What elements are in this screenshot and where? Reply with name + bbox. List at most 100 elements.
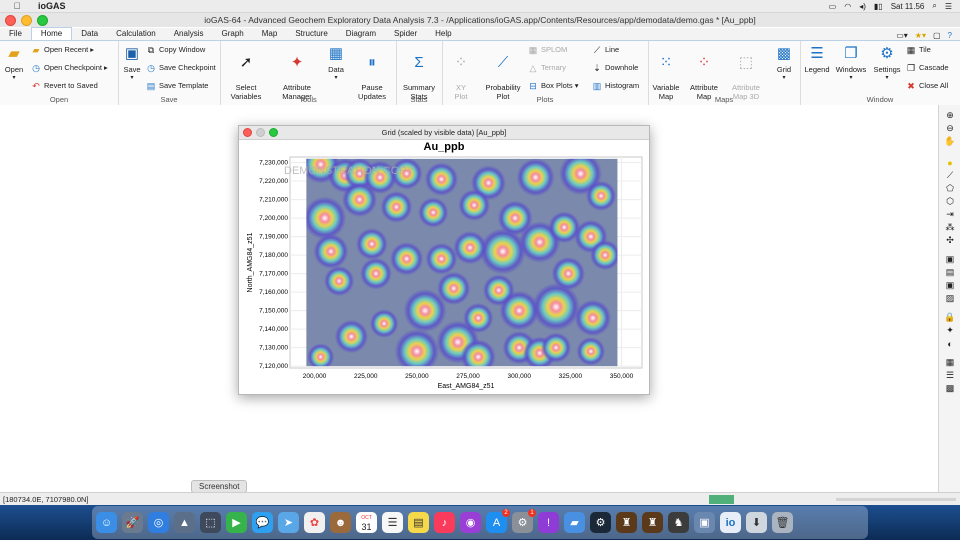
legend-button[interactable]: ☰ Legend	[802, 43, 832, 75]
tab-graph[interactable]: Graph	[213, 28, 253, 40]
windows-button[interactable]: ❐ Windows ▾	[834, 43, 868, 83]
tile-button[interactable]: ▦ Tile	[906, 44, 931, 56]
save-checkpoint-button[interactable]: ◷ Save Checkpoint	[146, 62, 216, 74]
screenshot-app-icon[interactable]: ⬚	[200, 512, 221, 533]
close-all-button[interactable]: ✖ Close All	[906, 80, 948, 92]
maps-icon[interactable]: ➤	[278, 512, 299, 533]
clock[interactable]: Sat 11.56	[891, 2, 925, 11]
tab-file[interactable]: File	[0, 28, 31, 40]
downloads-icon[interactable]: ⬇	[746, 512, 767, 533]
app-menu[interactable]: ioGAS	[38, 1, 66, 11]
summary-stats-button[interactable]: Σ Summary Stats	[400, 43, 438, 102]
snapshot-icon[interactable]: ▨	[943, 293, 957, 304]
data-table-icon[interactable]: ▦	[943, 357, 957, 368]
restore-icon[interactable]: ▢	[933, 31, 941, 40]
highlight-icon[interactable]: ✦	[943, 325, 957, 336]
open-checkpoint-button[interactable]: ◷ Open Checkpoint ▸	[31, 62, 108, 74]
list-icon[interactable]: ☰	[943, 370, 957, 381]
pan-hand-icon[interactable]: ✋	[943, 136, 957, 147]
battery-icon[interactable]: ▮▯	[874, 2, 883, 11]
color-icon[interactable]: ◐	[943, 338, 957, 349]
photos-icon[interactable]: ✿	[304, 512, 325, 533]
attribute-map-3d-button[interactable]: ⬚ Attribute Map 3D	[728, 43, 764, 102]
settings-button[interactable]: ⚙ Settings ▾	[870, 43, 904, 83]
podcasts-icon[interactable]: ◉	[460, 512, 481, 533]
messages-icon[interactable]: 💬	[252, 512, 273, 533]
zoom-out-icon[interactable]: ⊖	[943, 123, 957, 134]
preview-icon[interactable]: ▲	[174, 512, 195, 533]
reminders-icon[interactable]: ☰	[382, 512, 403, 533]
facetime-icon[interactable]: ▶	[226, 512, 247, 533]
box-plots-button[interactable]: ⊟ Box Plots ▾	[528, 80, 578, 92]
pause-updates-button[interactable]: ⏸ Pause Updates	[354, 43, 390, 102]
apple-menu-icon[interactable]: 	[12, 1, 22, 11]
folder-app-icon[interactable]: ▰	[564, 512, 585, 533]
xy-plot-button[interactable]: ⁘ XY Plot	[446, 43, 476, 102]
polygon-select-icon[interactable]: ⬠	[943, 183, 957, 194]
grid-chart[interactable]: Au_ppb DEMONSTRATION COPY 200,000 225,000…	[239, 140, 649, 394]
line-plot-button[interactable]: ⟋ Line	[592, 44, 619, 56]
downhole-plot-button[interactable]: ⇣ Downhole	[592, 62, 638, 74]
variable-map-button[interactable]: ⁙ Variable Map	[650, 43, 682, 102]
tab-diagram[interactable]: Diagram	[337, 28, 385, 40]
open-recent-button[interactable]: ▰ Open Recent ▸	[31, 44, 95, 56]
steam-icon[interactable]: ⚙	[590, 512, 611, 533]
copy-window-button[interactable]: ⧉ Copy Window	[146, 44, 206, 56]
tab-calculation[interactable]: Calculation	[107, 28, 165, 40]
attribute-manager-button[interactable]: ✦ Attribute Manager	[275, 43, 319, 102]
safari-icon[interactable]: ◎	[148, 512, 169, 533]
control-center-icon[interactable]: ☰	[945, 2, 952, 11]
layer-icon[interactable]: ▤	[943, 267, 957, 278]
system-preferences-icon[interactable]: ⚙ 1	[512, 509, 536, 533]
export-arrow-icon[interactable]: ⇥	[943, 209, 957, 220]
grid-button[interactable]: ▩ Grid ▾	[772, 43, 796, 83]
image-viewer-icon[interactable]: ▣	[694, 512, 715, 533]
game-3-icon[interactable]: ♞	[668, 512, 689, 533]
image-export-icon[interactable]: ▣	[943, 280, 957, 291]
calendar-icon[interactable]: OCT 31	[356, 512, 377, 533]
wifi-icon[interactable]: ◠	[844, 2, 851, 11]
contacts-icon[interactable]: ☻	[330, 512, 351, 533]
attribute-map-button[interactable]: ⁘ Attribute Map	[686, 43, 722, 102]
lasso-icon[interactable]: ⟋	[943, 170, 957, 181]
tab-analysis[interactable]: Analysis	[165, 28, 213, 40]
notes-icon[interactable]: ▤	[408, 512, 429, 533]
screen-mirroring-icon[interactable]: ▭	[829, 2, 837, 11]
app-store-icon[interactable]: A2	[486, 509, 510, 533]
launchpad-icon[interactable]: 🚀	[122, 512, 143, 533]
ternary-button[interactable]: △ Ternary	[528, 62, 566, 74]
finder-icon[interactable]: ☺	[96, 512, 117, 533]
lock-icon[interactable]: 🔒	[943, 312, 957, 323]
zoom-in-icon[interactable]: ⊕	[943, 110, 957, 121]
tab-map[interactable]: Map	[253, 28, 287, 40]
attribute-icon[interactable]: ✣	[943, 235, 957, 246]
tab-data[interactable]: Data	[72, 28, 107, 40]
iogas-dock-icon[interactable]: io	[720, 512, 741, 533]
cascade-button[interactable]: ❐ Cascade	[906, 62, 949, 74]
save-template-button[interactable]: ▤ Save Template	[146, 80, 209, 92]
probability-plot-button[interactable]: ⟋ Probability Plot	[482, 43, 524, 102]
revert-to-saved-button[interactable]: ↶ Revert to Saved	[31, 80, 98, 92]
tab-structure[interactable]: Structure	[286, 28, 336, 40]
select-variables-button[interactable]: ➚ Select Variables	[224, 43, 268, 102]
open-button[interactable]: ▰ Open ▾	[2, 43, 26, 83]
music-icon[interactable]: ♪	[434, 512, 455, 533]
favorites-star-icon[interactable]: ★▾	[915, 31, 926, 40]
game-2-icon[interactable]: ♜	[642, 512, 663, 533]
save-button[interactable]: ▣ Save ▾	[120, 43, 144, 83]
group-icon[interactable]: ⁂	[943, 222, 957, 233]
trash-icon[interactable]: 🗑	[772, 512, 793, 533]
data-button[interactable]: ▦ Data ▾	[323, 43, 349, 83]
freehand-select-icon[interactable]: ⬡	[943, 196, 957, 207]
select-point-icon[interactable]: ●	[943, 157, 957, 168]
volume-icon[interactable]: ◂)	[859, 2, 866, 11]
status-scroll-track[interactable]	[836, 498, 956, 501]
feedback-icon[interactable]: !	[538, 512, 559, 533]
histogram-button[interactable]: ▥ Histogram	[592, 80, 639, 92]
grid-view-icon[interactable]: ▩	[943, 383, 957, 394]
tab-spider[interactable]: Spider	[385, 28, 426, 40]
tab-home[interactable]: Home	[30, 27, 73, 40]
image-overlay-icon[interactable]: ▣	[943, 254, 957, 265]
help-icon[interactable]: ?	[948, 31, 952, 40]
spotlight-search-icon[interactable]: ⌕	[932, 1, 936, 11]
